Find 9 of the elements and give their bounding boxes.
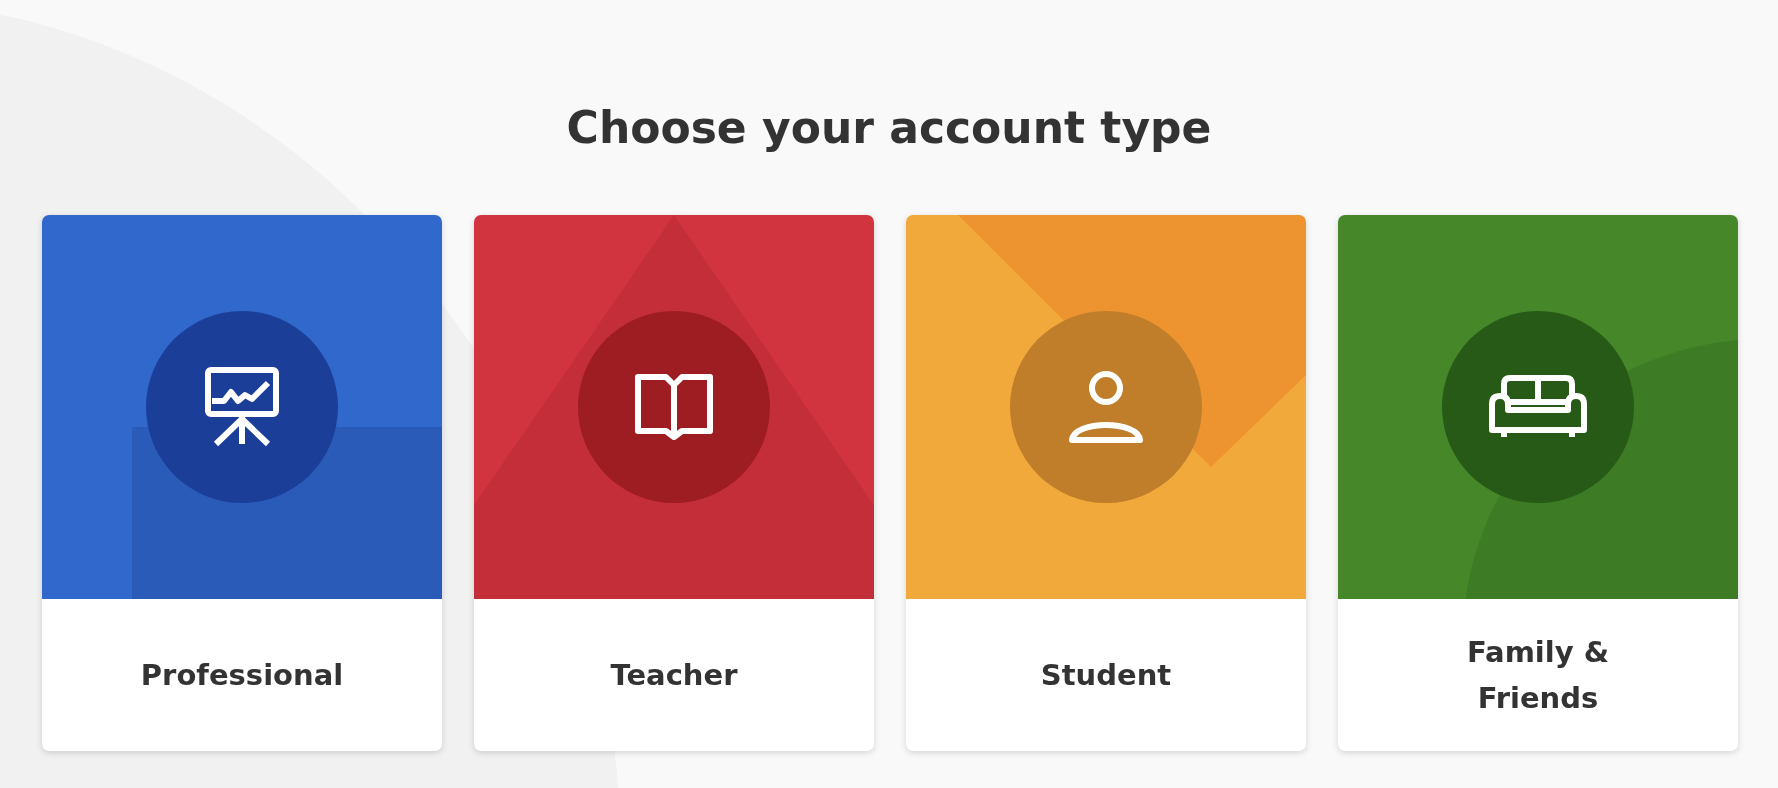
person-icon	[1068, 370, 1144, 444]
account-type-card[interactable]: Teacher	[474, 215, 874, 751]
account-type-card[interactable]: Family & Friends	[1338, 215, 1738, 751]
open-book-icon	[634, 373, 714, 441]
account-type-card[interactable]: Student	[906, 215, 1306, 751]
presentation-board-icon	[204, 367, 280, 447]
account-type-card[interactable]: Professional	[42, 215, 442, 751]
sofa-icon	[1488, 374, 1588, 440]
page-title: Choose your account type	[565, 101, 1213, 153]
